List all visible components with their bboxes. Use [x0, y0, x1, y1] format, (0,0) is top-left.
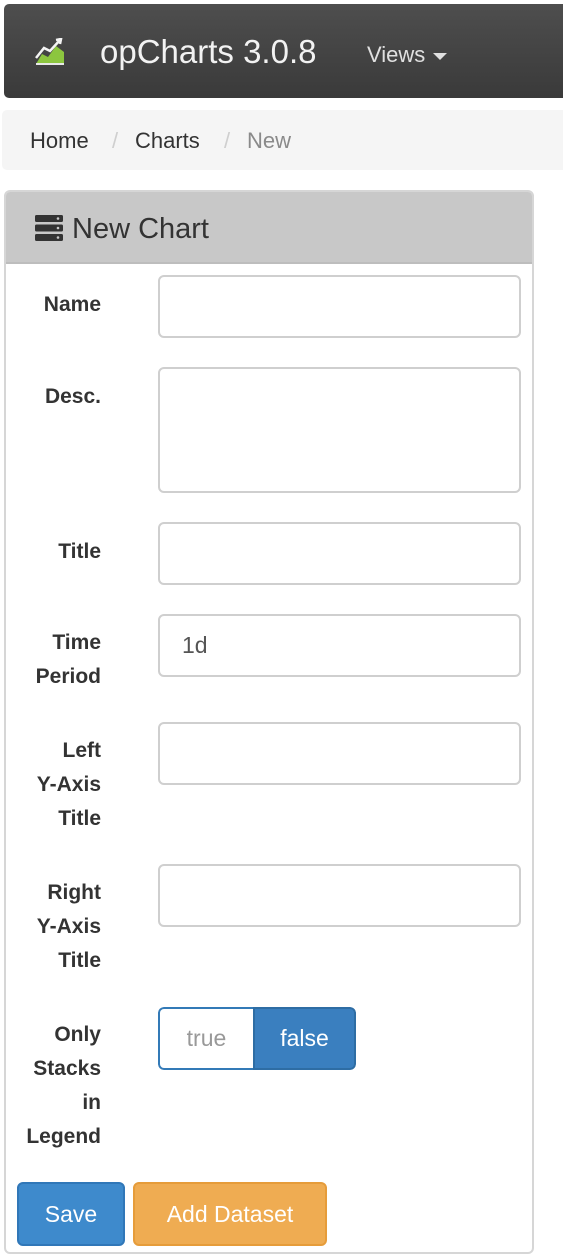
only-stacks-label-line: Legend: [26, 1125, 101, 1148]
server-icon: [35, 215, 63, 241]
desc-label: Desc.: [44, 385, 101, 408]
navbar: opCharts 3.0.8 Views: [4, 4, 563, 98]
title-input[interactable]: [158, 522, 521, 585]
time-period-label-line: Period: [35, 665, 101, 688]
breadcrumb-home[interactable]: Home: [30, 128, 89, 154]
breadcrumb-charts[interactable]: Charts: [135, 128, 200, 154]
right-y-axis-title-input[interactable]: [158, 864, 521, 927]
breadcrumb-separator: /: [112, 128, 119, 153]
views-label: Views: [367, 42, 426, 67]
time-period-label: Time Period: [6, 626, 101, 694]
panel-title: New Chart: [72, 213, 209, 245]
panel-heading: New Chart: [6, 192, 532, 264]
breadcrumb-current: New: [247, 128, 292, 153]
caret-down-icon: [433, 52, 448, 60]
toggle-option-true[interactable]: true: [158, 1007, 253, 1070]
title-label: Title: [58, 540, 101, 563]
left-y-axis-label-line: Y-Axis: [36, 773, 101, 796]
area-chart-icon[interactable]: [34, 38, 66, 66]
left-y-axis-title-label: Left Y-Axis Title: [6, 734, 101, 836]
only-stacks-toggle: true false: [158, 1007, 356, 1070]
brand-title[interactable]: opCharts 3.0.8: [100, 32, 316, 72]
name-label: Name: [43, 293, 101, 316]
desc-textarea[interactable]: [158, 367, 521, 493]
new-chart-panel: New Chart Name Desc. Title Time Period L…: [4, 190, 534, 1254]
toggle-option-false[interactable]: false: [253, 1007, 356, 1070]
left-y-axis-label-line: Left: [62, 739, 102, 762]
right-y-axis-label-line: Title: [58, 949, 101, 972]
right-y-axis-label-line: Y-Axis: [36, 915, 101, 938]
only-stacks-label-line: in: [82, 1091, 101, 1114]
only-stacks-label-line: Stacks: [33, 1057, 101, 1080]
breadcrumb: Home / Charts / New: [2, 110, 563, 170]
add-dataset-button[interactable]: Add Dataset: [133, 1182, 327, 1246]
name-input[interactable]: [158, 275, 521, 338]
breadcrumb-separator: /: [224, 128, 231, 153]
save-button[interactable]: Save: [17, 1182, 125, 1246]
views-dropdown[interactable]: Views: [367, 42, 448, 68]
right-y-axis-title-label: Right Y-Axis Title: [6, 876, 101, 978]
left-y-axis-label-line: Title: [58, 807, 101, 830]
right-y-axis-label-line: Right: [47, 881, 101, 904]
left-y-axis-title-input[interactable]: [158, 722, 521, 785]
only-stacks-label-line: Only: [54, 1023, 101, 1046]
time-period-input[interactable]: [158, 614, 521, 677]
only-stacks-in-legend-label: Only Stacks in Legend: [6, 1018, 101, 1154]
time-period-label-line: Time: [52, 631, 101, 654]
